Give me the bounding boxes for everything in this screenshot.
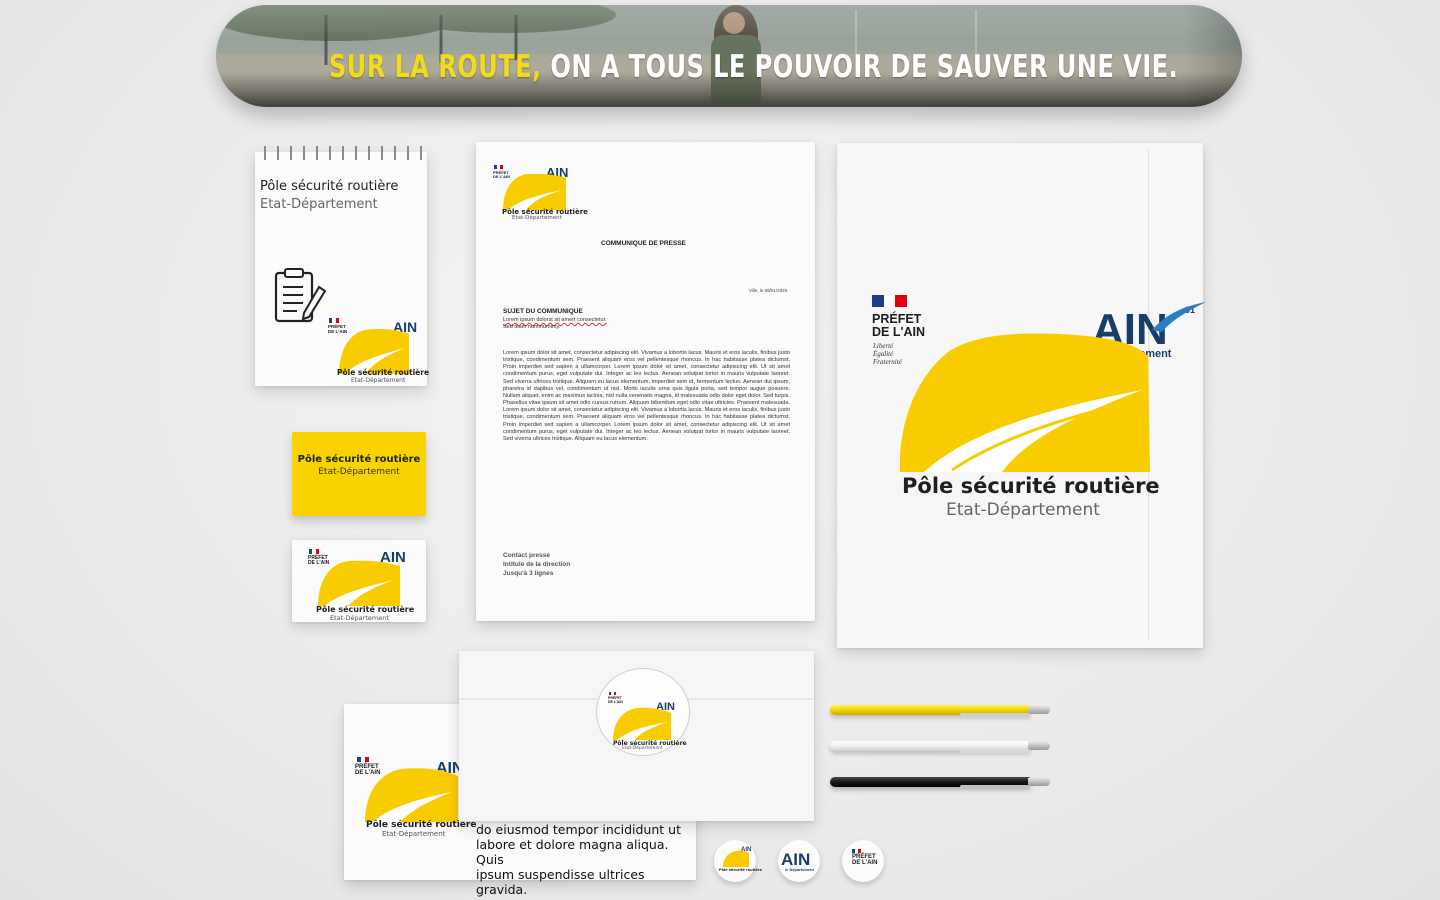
card-yellow-subtitle: Etat-Département: [318, 467, 400, 477]
notepad-title: Pôle sécurité routière: [260, 179, 399, 194]
notepad-logo-title: Pôle sécurité routière: [337, 368, 430, 377]
badge-pole: AIN Pôle sécurité routière: [714, 840, 762, 882]
pen-black-tip: [1028, 778, 1050, 786]
pen-white-tip: [1028, 742, 1050, 750]
flag-icon: [329, 318, 339, 323]
compliment-logo-subtitle: Etat-Département: [382, 830, 446, 838]
ain-logo: AIN: [781, 850, 811, 869]
compliment-text-line1: do eiusmod tempor incididunt ut: [476, 822, 681, 837]
notepad-spiral: [259, 146, 423, 160]
business-card-yellow: Pôle sécurité routière Etat-Département: [292, 432, 426, 516]
flag-icon: [872, 295, 907, 307]
flag-icon: [309, 549, 319, 554]
tagline-rest: ON A TOUS LE POUVOIR DE SAUVER UNE VIE.: [550, 49, 1179, 85]
folder-road-mark: [899, 333, 1150, 472]
letter-subject-line2: Sed diam nummumimy.: [503, 324, 561, 330]
badge-ain: AIN le Département: [778, 840, 820, 882]
letter-contact-line3: Jusqu'à 3 lignes: [503, 570, 554, 577]
badge-pole-title: Pôle sécurité routière: [719, 868, 762, 872]
swoosh-icon: [1152, 302, 1206, 332]
business-card-white: PRÉFET DE L'AIN AIN Pôle sécurité routièr…: [292, 540, 426, 622]
letter-subject-line1: Lorem ipsum dolorst sit amert consectetu…: [503, 317, 607, 323]
letter-heading: COMMUNIQUE DE PRESSE: [601, 240, 686, 247]
letter-contact-line1: Contact presse: [503, 552, 550, 559]
notepad-logo-subtitle: Etat-Département: [351, 377, 406, 384]
flag-icon: [852, 849, 861, 853]
flag-icon: [609, 692, 616, 695]
pen-black-clip: [960, 785, 1030, 789]
card-white-subtitle: Etat-Département: [330, 614, 389, 622]
road-mark-icon: [318, 560, 400, 606]
poster-tagline: SUR LA ROUTE, ON A TOUS LE POUVOIR DE SA…: [328, 49, 1178, 85]
tagline-highlight: SUR LA ROUTE,: [328, 49, 542, 85]
folder-subtitle: Etat-Département: [946, 500, 1100, 520]
pen-yellow-clip: [960, 713, 1030, 717]
ain-logo: AIN: [741, 847, 752, 853]
flag-icon: [494, 165, 503, 169]
badge-prefet: PRÉFET DE L'AIN: [842, 840, 884, 882]
road-mark-icon: [503, 173, 566, 210]
prefet-line2: DE L'AIN: [608, 699, 623, 704]
clipboard-pen-icon: [274, 268, 327, 323]
pen-white-clip: [960, 749, 1030, 753]
pen-yellow-tip: [1028, 706, 1050, 714]
road-mark-icon: [365, 768, 458, 822]
notepad-subtitle: Etat-Département: [260, 197, 378, 212]
card-yellow-title: Pôle sécurité routière: [297, 454, 421, 465]
letter-date: Ville, le 08/01/2020: [749, 288, 788, 293]
letter-subject-label: SUJET DU COMMUNIQUE: [503, 308, 583, 315]
folder-title: Pôle sécurité routière: [902, 474, 1160, 498]
poster-tube: SUR LA ROUTE, ON A TOUS LE POUVOIR DE SA…: [216, 5, 1242, 107]
compliment-text-line3: ipsum suspendisse ultrices gravida.: [476, 867, 645, 897]
badge-prefet-line2: DE L'AIN: [852, 860, 878, 867]
badge-ain-sub: le Département: [785, 867, 814, 872]
letter-body: Lorem ipsum dolor sit amet, consectetur …: [503, 350, 790, 442]
letter-contact-line2: Intitulé de la direction: [503, 561, 571, 568]
compliment-text-line2: labore et dolore magna aliqua. Quis: [476, 837, 669, 867]
card-white-title: Pôle sécurité routière: [316, 605, 415, 614]
road-mark-icon: [613, 707, 671, 740]
flag-icon: [357, 757, 369, 762]
notepad: Pôle sécurité routière Etat-Département …: [255, 146, 430, 386]
compliment-logo-title: Pôle sécurité routière: [366, 820, 477, 830]
letter-logo-subtitle: Etat-Département: [512, 215, 562, 221]
seal-logo-subtitle: Etat-Département: [622, 746, 663, 751]
